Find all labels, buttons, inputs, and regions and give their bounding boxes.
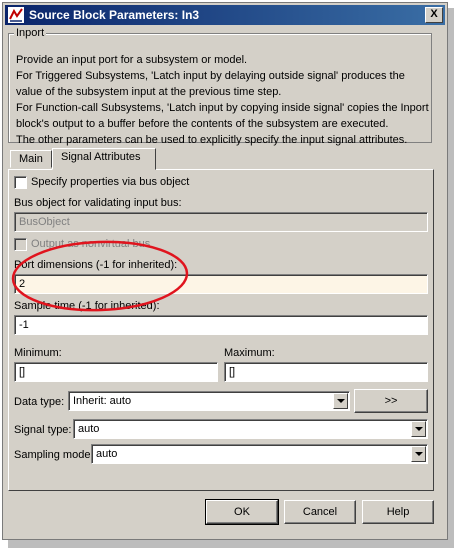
tab-main[interactable]: Main — [10, 150, 52, 168]
sampling-mode-value: auto — [96, 448, 118, 460]
sampling-mode-label: Sampling mode: — [14, 449, 94, 461]
nonvirtual-bus-label: Output as nonvirtual bus — [31, 238, 151, 250]
description-line: For Function-call Subsystems, 'Latch inp… — [16, 102, 429, 114]
close-icon[interactable]: X — [425, 7, 443, 23]
help-button[interactable]: Help — [362, 500, 434, 524]
signal-type-label: Signal type: — [14, 424, 72, 436]
specify-bus-label: Specify properties via bus object — [31, 176, 190, 188]
description-line: Provide an input port for a subsystem or… — [16, 54, 248, 66]
description-line: value of the subsystem input at the prev… — [16, 86, 282, 98]
group-label: Inport — [14, 27, 47, 39]
description-line: For Triggered Subsystems, 'Latch input b… — [16, 70, 405, 82]
signal-type-select[interactable]: auto — [73, 419, 428, 439]
port-dimensions-field[interactable]: 2 — [14, 274, 428, 294]
minimum-label: Minimum: — [14, 347, 62, 359]
data-type-label: Data type: — [14, 396, 65, 408]
maximum-label: Maximum: — [224, 347, 275, 359]
chevron-down-icon[interactable] — [333, 393, 348, 409]
sample-time-field[interactable]: -1 — [14, 315, 428, 335]
port-dimensions-label: Port dimensions (-1 for inherited): — [14, 259, 178, 271]
signal-type-value: auto — [78, 423, 100, 435]
cancel-button[interactable]: Cancel — [284, 500, 356, 524]
description-line: The other parameters can be used to expl… — [16, 134, 408, 146]
bus-object-field[interactable]: BusObject — [14, 212, 428, 232]
nonvirtual-bus-checkbox[interactable] — [14, 238, 27, 251]
data-type-assistant-button[interactable]: >> — [354, 389, 428, 413]
bus-object-label: Bus object for validating input bus: — [14, 197, 182, 209]
specify-bus-checkbox[interactable] — [14, 176, 27, 189]
title-bar[interactable]: Source Block Parameters: In3 X — [5, 5, 445, 25]
minimum-field[interactable]: [] — [14, 362, 218, 382]
sampling-mode-select[interactable]: auto — [91, 444, 428, 464]
simulink-app-icon — [8, 7, 24, 23]
maximum-field[interactable]: [] — [224, 362, 428, 382]
data-type-select[interactable]: Inherit: auto — [68, 391, 350, 411]
chevron-down-icon[interactable] — [411, 421, 426, 437]
data-type-value: Inherit: auto — [73, 395, 132, 407]
tab-signal-attributes[interactable]: Signal Attributes — [52, 148, 156, 170]
description-line: block's output to a buffer before the co… — [16, 118, 389, 130]
block-description: Provide an input port for a subsystem or… — [16, 52, 429, 148]
chevron-down-icon[interactable] — [411, 446, 426, 462]
window-title: Source Block Parameters: In3 — [29, 8, 200, 22]
ok-button[interactable]: OK — [205, 499, 279, 525]
sample-time-label: Sample time (-1 for inherited): — [14, 300, 160, 312]
